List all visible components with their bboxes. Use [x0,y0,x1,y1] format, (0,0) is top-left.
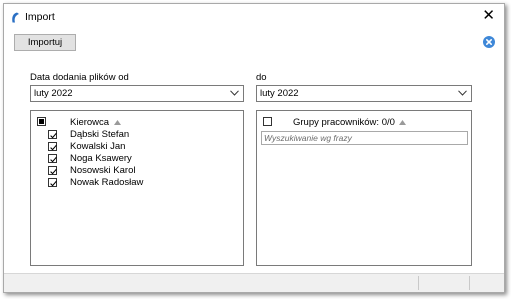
status-bar [4,273,504,292]
close-icon[interactable]: ✕ [482,8,495,23]
driver-checkbox[interactable] [48,166,57,175]
drivers-panel: Kierowca Dąbski Stefan Kowalski Jan Noga K… [30,110,244,266]
driver-name: Nosowski Karol [70,165,136,176]
date-from-value: luty 2022 [34,88,73,99]
date-to-value: luty 2022 [260,88,299,99]
list-item[interactable]: Kowalski Jan [31,141,243,152]
status-divider [469,276,470,290]
select-all-drivers-checkbox[interactable] [37,117,46,126]
sort-up-icon [399,120,406,125]
groups-panel: Grupy pracowników: 0/0 Wyszukiwanie wg f… [256,110,472,266]
groups-search-input[interactable]: Wyszukiwanie wg frazy [261,131,468,145]
status-divider [418,276,419,290]
date-to-label: do [256,72,267,83]
groups-column-header[interactable]: Grupy pracowników: 0/0 [293,117,395,128]
driver-name: Kowalski Jan [70,141,126,152]
date-to-select[interactable]: luty 2022 [256,85,472,102]
driver-checkbox[interactable] [48,130,57,139]
date-from-label: Data dodania plików od [30,72,129,83]
chevron-down-icon [458,90,467,96]
driver-checkbox[interactable] [48,154,57,163]
chevron-down-icon [230,90,239,96]
app-icon [11,12,21,23]
close-circle-icon[interactable] [483,36,495,48]
window-title: Import [25,11,55,23]
driver-name: Dąbski Stefan [70,129,130,140]
sort-up-icon [114,120,121,125]
driver-checkbox[interactable] [48,178,57,187]
list-item[interactable]: Nowak Radosław [31,177,243,188]
driver-name: Nowak Radosław [70,177,144,188]
import-dialog: Import ✕ Importuj Data dodania plików od… [3,3,505,293]
driver-checkbox[interactable] [48,142,57,151]
drivers-column-header[interactable]: Kierowca [70,117,109,128]
groups-search-placeholder: Wyszukiwanie wg frazy [264,133,352,143]
list-item[interactable]: Nosowski Karol [31,165,243,176]
date-from-select[interactable]: luty 2022 [30,85,244,102]
select-all-groups-checkbox[interactable] [263,117,272,126]
driver-name: Noga Ksawery [70,153,132,164]
list-item[interactable]: Noga Ksawery [31,153,243,164]
title-bar: Import ✕ [4,4,504,30]
import-button[interactable]: Importuj [14,34,76,51]
list-item[interactable]: Dąbski Stefan [31,129,243,140]
